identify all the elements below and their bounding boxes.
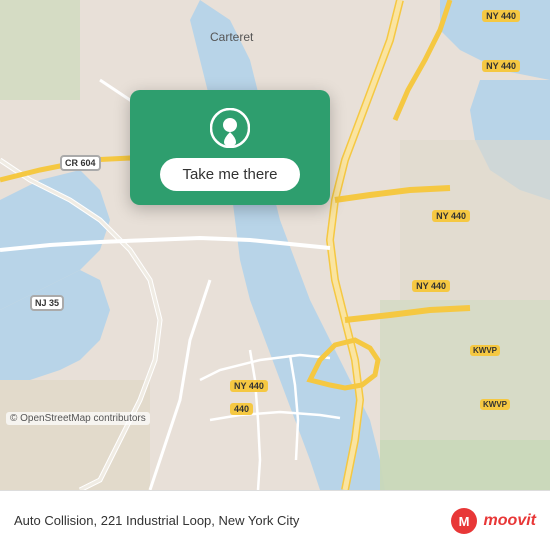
badge-kwvp-2: KWVP xyxy=(480,399,510,410)
address-text: Auto Collision, 221 Industrial Loop, New… xyxy=(14,513,299,528)
badge-cr604: CR 604 xyxy=(60,155,101,171)
location-pin-icon xyxy=(210,108,250,148)
svg-text:M: M xyxy=(458,514,469,529)
carteret-label: Carteret xyxy=(210,30,253,44)
take-me-there-button[interactable]: Take me there xyxy=(160,158,299,191)
badge-ny440-1: NY 440 xyxy=(432,210,470,222)
badge-kwvp-1: KWVP xyxy=(470,345,500,356)
badge-nj35: NJ 35 xyxy=(30,295,64,311)
badge-440: 440 xyxy=(230,403,253,415)
bottom-bar: Auto Collision, 221 Industrial Loop, New… xyxy=(0,490,550,550)
badge-ny440-top2: NY 440 xyxy=(482,60,520,72)
map-container: Carteret CR 604 NY 440 NY 440 NY 440 NY … xyxy=(0,0,550,490)
badge-ny440-3: NY 440 xyxy=(230,380,268,392)
badge-ny440-2: NY 440 xyxy=(412,280,450,292)
map-card: Take me there xyxy=(130,90,330,205)
osm-attribution: © OpenStreetMap contributors xyxy=(6,412,150,425)
moovit-logo: M moovit xyxy=(450,507,536,535)
badge-ny440-top: NY 440 xyxy=(482,10,520,22)
moovit-icon: M xyxy=(450,507,478,535)
moovit-wordmark: moovit xyxy=(484,512,536,530)
